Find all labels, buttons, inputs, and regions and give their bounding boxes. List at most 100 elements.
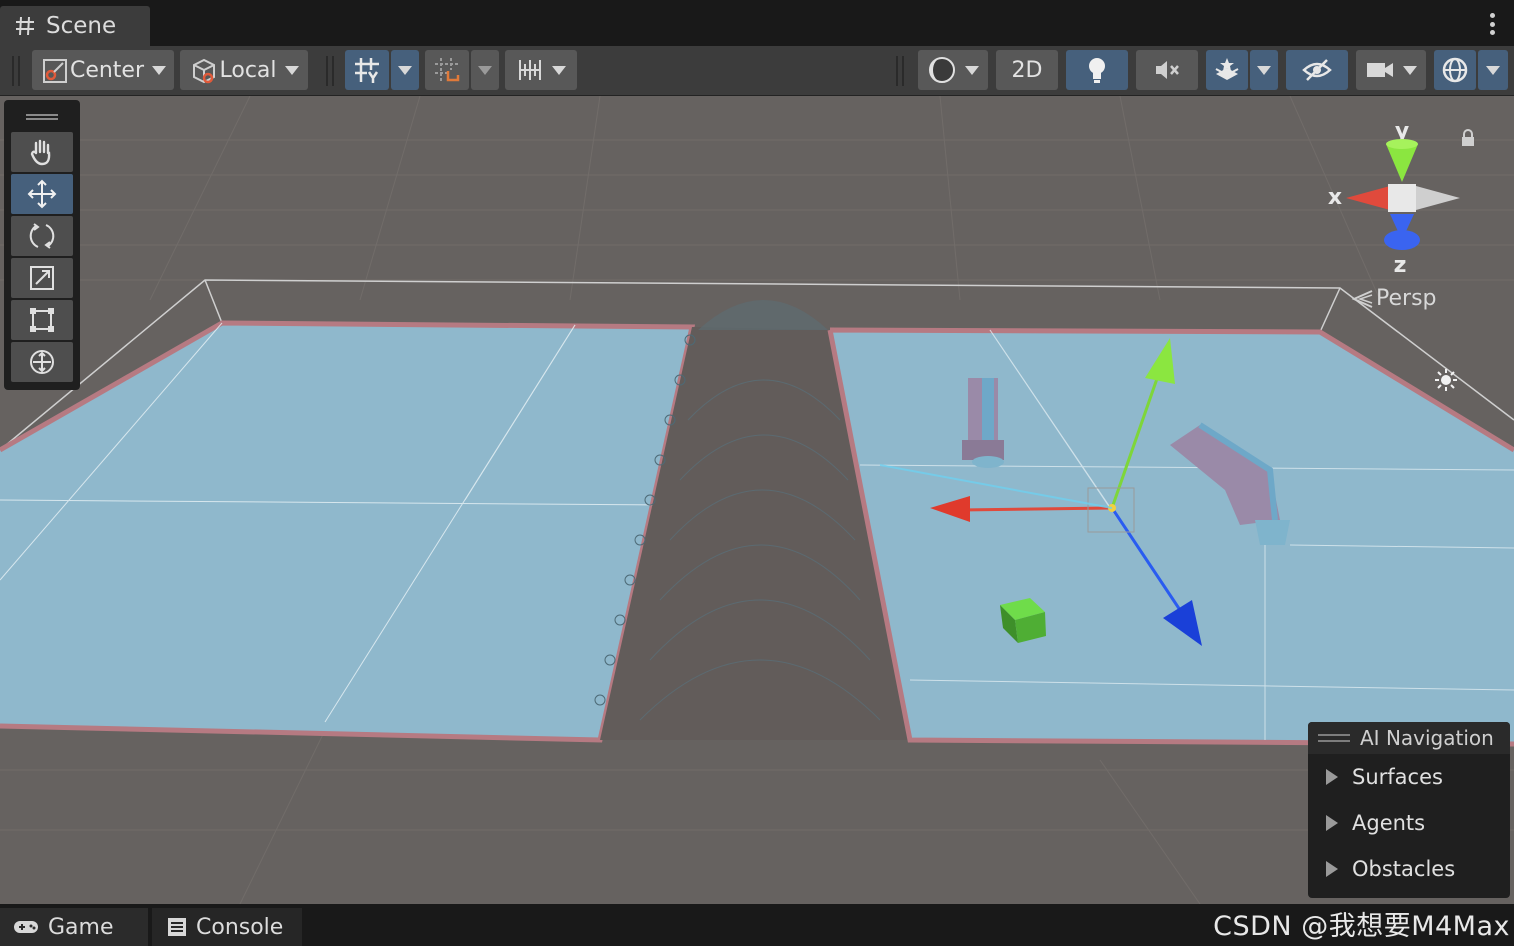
audio-mute-icon [1156,61,1179,79]
gizmos-dropdown[interactable] [1478,50,1508,90]
local-cube-icon [193,58,216,84]
scene-visibility-toggle[interactable] [1286,50,1348,90]
2d-mode-button[interactable]: 2D [996,50,1058,90]
gizmos-icon [1442,57,1468,83]
bottom-tab-bar: Game Console CSDN @我想要M4Max [0,904,1514,946]
lightbulb-icon [1089,58,1105,83]
expand-arrow-icon [1326,861,1338,877]
tab-console[interactable]: Console [152,908,302,946]
chevron-down-icon [1403,65,1417,75]
ai-nav-item-obstacles[interactable]: Obstacles [1308,846,1510,892]
camera-dropdown[interactable] [1356,50,1426,90]
chevron-down-icon [1257,65,1271,75]
orientation-gizmo[interactable]: y x z [1320,116,1480,286]
toolbar-grip[interactable] [12,56,20,86]
effects-icon [1215,58,1239,80]
ai-navigation-header[interactable]: AI Navigation [1308,722,1510,754]
navmesh-right [830,330,1514,744]
ai-nav-item-label: Obstacles [1352,857,1456,881]
audio-toggle[interactable] [1136,50,1198,90]
ai-nav-item-label: Surfaces [1352,765,1443,789]
move-tool-button[interactable] [11,174,73,214]
pivot-center-icon [42,59,67,83]
navmesh-left [0,323,692,740]
expand-arrow-icon [1326,769,1338,785]
tab-console-label: Console [196,914,284,940]
increment-snap-icon [435,58,460,82]
grid-snap-icon [355,58,379,83]
chevron-down-icon [478,65,492,75]
camera-icon [1367,63,1393,77]
ruler-grid-icon [519,60,541,80]
gizmo-y-cone[interactable] [1386,144,1418,182]
shading-mode-dropdown[interactable] [918,50,988,90]
chevron-down-icon [284,65,299,75]
chevron-down-icon [398,65,412,75]
directional-light-icon[interactable] [1434,368,1458,392]
rotate-icon [29,223,55,249]
tab-game-label: Game [48,914,114,940]
palette-drag-handle[interactable] [26,114,58,120]
ai-nav-item-agents[interactable]: Agents [1308,800,1510,846]
ruler-grid-dropdown[interactable] [505,50,577,90]
rect-tool-button[interactable] [11,300,73,340]
move-arrows-icon [27,179,57,209]
lighting-toggle[interactable] [1066,50,1128,90]
gizmo-x-label: x [1328,185,1342,210]
chevron-down-icon [1486,65,1500,75]
watermark-text: CSDN @我想要M4Max [1213,911,1510,942]
tab-game[interactable]: Game [0,908,148,946]
effects-toggle[interactable] [1206,50,1248,90]
gizmo-z-label: z [1394,253,1407,278]
tab-scene-label: Scene [46,13,117,39]
obstacle-pillar [962,378,1004,468]
scale-tool-button[interactable] [11,258,73,298]
shading-mode-icon [929,57,955,83]
chevron-down-icon [152,65,167,75]
ai-navigation-overlay: AI Navigation Surfaces Agents Obstacles [1308,722,1510,898]
pivot-rotation-label: Local [219,57,277,83]
perspective-icon [1351,289,1373,308]
tool-palette [4,100,80,390]
grid-snap-button[interactable] [345,50,389,90]
ai-nav-item-surfaces[interactable]: Surfaces [1308,754,1510,800]
projection-toggle[interactable]: Persp [1350,286,1437,311]
scene-toolbar: Center Local 2D [0,46,1514,96]
expand-arrow-icon [1326,815,1338,831]
pivot-mode-label: Center [69,57,145,83]
visibility-off-icon [1302,59,1332,81]
rotate-tool-button[interactable] [11,216,73,256]
gizmo-center-cube[interactable] [1388,184,1416,212]
projection-label: Persp [1376,286,1437,311]
2d-mode-label: 2D [1011,57,1043,83]
toolbar-grip[interactable] [896,56,904,86]
transform-tool-button[interactable] [11,342,73,382]
gamepad-icon [14,921,38,933]
effects-dropdown[interactable] [1250,50,1278,90]
rect-transform-icon [30,308,54,332]
chevron-down-icon [552,65,566,75]
gizmo-z-cone[interactable] [1384,230,1420,250]
toolbar-grip[interactable] [326,56,334,86]
increment-snap-dropdown[interactable] [471,50,499,90]
ai-nav-item-label: Agents [1352,811,1426,835]
scene-render [0,96,1514,904]
increment-snap-button[interactable] [425,50,469,90]
tab-bar: Scene [0,0,1514,46]
console-icon [168,918,186,936]
tab-scene[interactable]: Scene [0,6,150,46]
pivot-mode-dropdown[interactable]: Center [32,50,174,90]
grid-snap-dropdown[interactable] [391,50,419,90]
hand-tool-button[interactable] [11,132,73,172]
ai-navigation-title: AI Navigation [1360,726,1494,750]
chevron-down-icon [965,65,979,75]
pivot-rotation-dropdown[interactable]: Local [180,50,308,90]
lock-icon[interactable] [1460,129,1476,147]
gizmos-toggle[interactable] [1434,50,1476,90]
hand-icon [30,139,51,166]
gizmo-x-cone[interactable] [1346,186,1390,210]
scene-viewport[interactable]: y x z Persp AI Navigation Surfaces Agent… [0,96,1514,904]
gizmo-neg-x-cone[interactable] [1416,186,1460,210]
more-options-icon[interactable] [1486,10,1498,38]
scale-icon [30,266,54,290]
